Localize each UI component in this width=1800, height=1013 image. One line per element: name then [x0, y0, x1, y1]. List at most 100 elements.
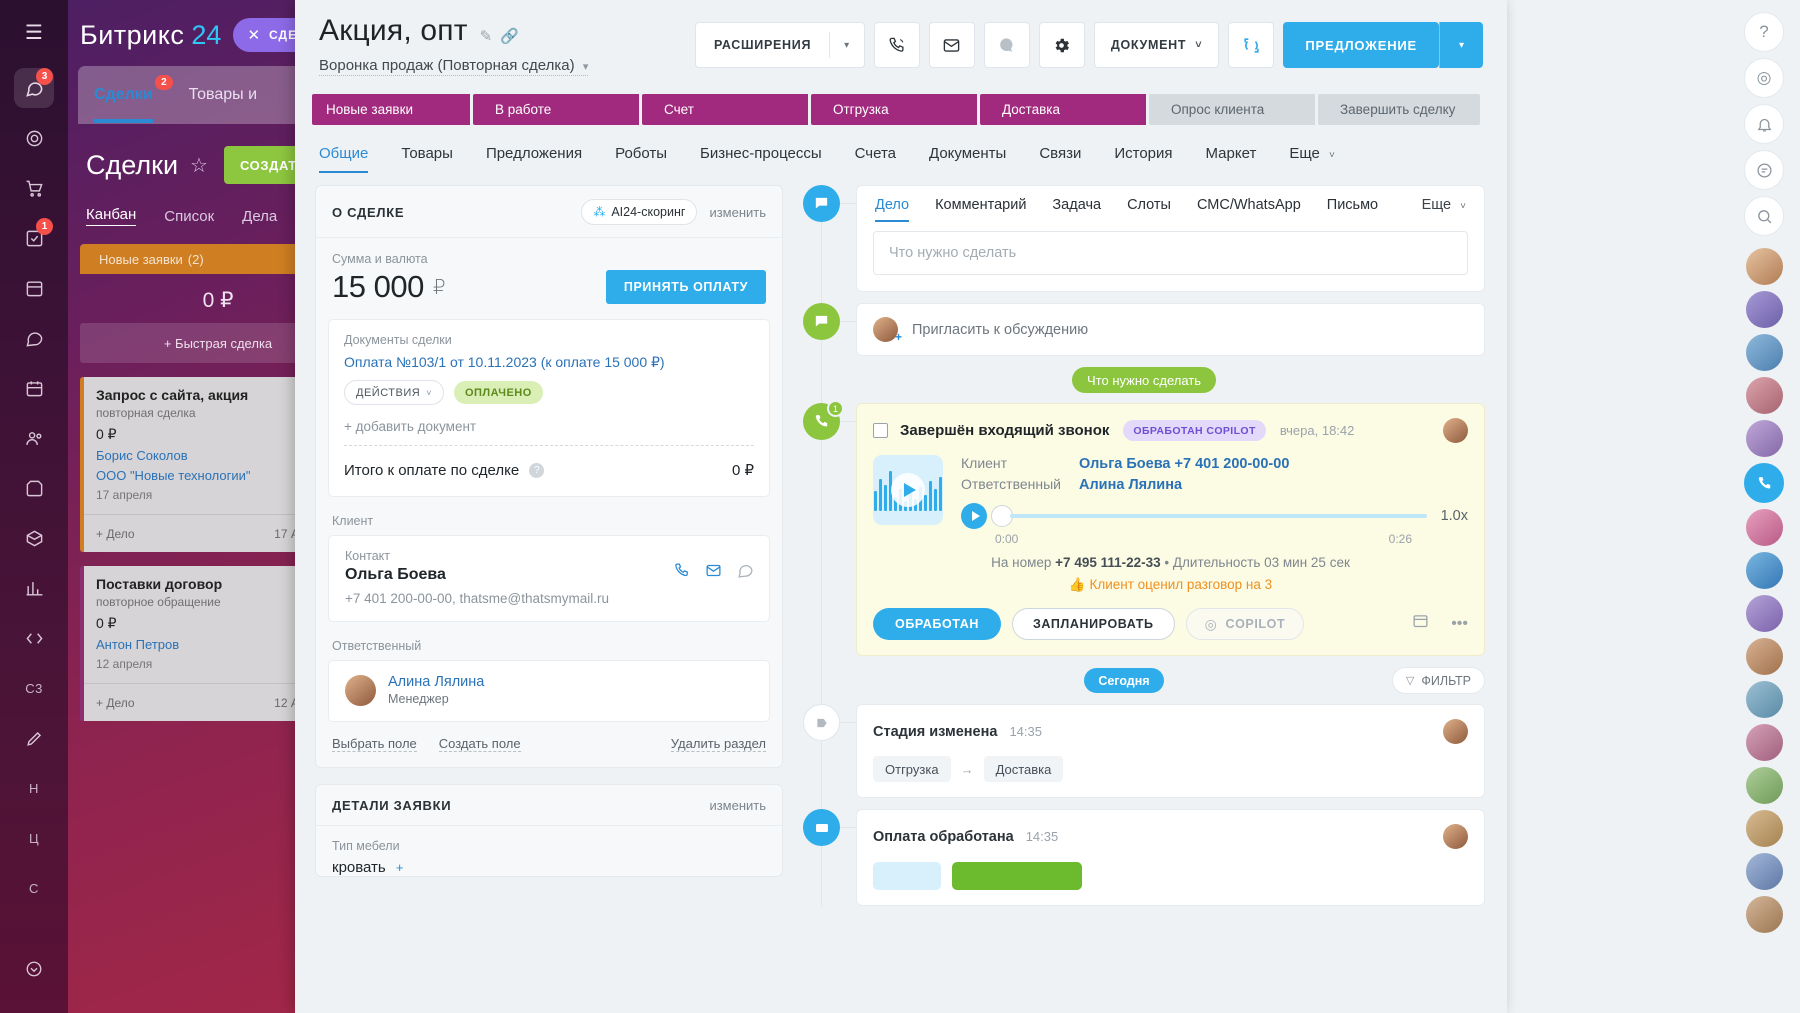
- delete-section-link[interactable]: Удалить раздел: [671, 736, 766, 752]
- timeline-filter-button[interactable]: ▽ ФИЛЬТР: [1392, 667, 1485, 694]
- activity-tab-comment[interactable]: Комментарий: [935, 197, 1026, 222]
- play-icon[interactable]: [961, 503, 987, 529]
- tab-relations[interactable]: Связи: [1039, 145, 1081, 173]
- chat-disabled-icon[interactable]: [984, 22, 1030, 68]
- accept-payment-button[interactable]: ПРИНЯТЬ ОПЛАТУ: [606, 270, 766, 304]
- question-icon[interactable]: ?: [529, 463, 544, 478]
- envelope-icon[interactable]: [929, 22, 975, 68]
- edit-link[interactable]: изменить: [709, 205, 766, 220]
- rail-item-cart[interactable]: [14, 168, 54, 208]
- call-processed-button[interactable]: ОБРАБОТАН: [873, 608, 1001, 640]
- play-icon[interactable]: [891, 473, 925, 507]
- contact-card[interactable]: Контакт Ольга Боева +7 401 200-00-00, th…: [328, 535, 770, 622]
- rail-item-c3[interactable]: C3: [14, 668, 54, 708]
- avatar[interactable]: [1746, 552, 1783, 589]
- rail-item-chart[interactable]: [14, 568, 54, 608]
- player-speed[interactable]: 1.0x: [1441, 508, 1468, 524]
- close-icon[interactable]: ✕: [247, 26, 261, 44]
- gear-icon[interactable]: [1039, 22, 1085, 68]
- activity-tab-email[interactable]: Письмо: [1327, 197, 1378, 222]
- kanban-card-add-activity[interactable]: + Дело: [96, 527, 135, 541]
- responsible-name[interactable]: Алина Лялина: [388, 674, 484, 690]
- rail-item-calendar-grid[interactable]: [14, 268, 54, 308]
- pencil-icon[interactable]: ✎: [480, 27, 493, 45]
- kanban-card-add-activity[interactable]: + Дело: [96, 696, 135, 710]
- rail-item-drive[interactable]: [14, 468, 54, 508]
- chat-icon[interactable]: [737, 562, 754, 584]
- avatar[interactable]: [1746, 767, 1783, 804]
- tab-general[interactable]: Общие: [319, 145, 368, 173]
- document-button[interactable]: ДОКУМЕНТ ˅: [1094, 22, 1219, 68]
- call-client-value[interactable]: Ольга Боева +7 401 200-00-00: [1079, 456, 1289, 472]
- rail-item-target[interactable]: [14, 118, 54, 158]
- envelope-icon[interactable]: [705, 562, 722, 584]
- activity-tab-task[interactable]: Дело: [875, 197, 909, 222]
- menu-icon[interactable]: ☰: [14, 12, 54, 52]
- chevron-down-icon[interactable]: ▾: [1439, 22, 1483, 68]
- tab-robots[interactable]: Роботы: [615, 145, 667, 173]
- edit-link[interactable]: изменить: [709, 798, 766, 813]
- call-responsible-value[interactable]: Алина Лялина: [1079, 477, 1182, 493]
- avatar[interactable]: [1746, 595, 1783, 632]
- note-icon[interactable]: [1412, 613, 1429, 635]
- kanban-tab-products[interactable]: Товары и: [189, 86, 257, 104]
- rail-item-pen[interactable]: [14, 718, 54, 758]
- rail-item-people[interactable]: [14, 418, 54, 458]
- sync-icon[interactable]: [1228, 22, 1274, 68]
- tab-documents[interactable]: Документы: [929, 145, 1006, 173]
- activity-tab-slots[interactable]: Слоты: [1127, 197, 1171, 222]
- view-list[interactable]: Список: [164, 208, 214, 225]
- collapse-icon[interactable]: [14, 949, 54, 989]
- doc-icon[interactable]: [1744, 150, 1784, 190]
- stage-item[interactable]: Отгрузка: [811, 94, 977, 125]
- stage-item[interactable]: Счет: [642, 94, 808, 125]
- view-kanban[interactable]: Канбан: [86, 206, 136, 226]
- link-icon[interactable]: 🔗: [500, 27, 519, 45]
- copilot-ring-icon[interactable]: ◎: [1744, 58, 1784, 98]
- call-schedule-button[interactable]: ЗАПЛАНИРОВАТЬ: [1012, 608, 1175, 640]
- select-field-link[interactable]: Выбрать поле: [332, 736, 417, 752]
- avatar[interactable]: [1746, 334, 1783, 371]
- avatar[interactable]: [1746, 420, 1783, 457]
- rail-item-ts[interactable]: Ц: [14, 818, 54, 858]
- avatar[interactable]: [1746, 853, 1783, 890]
- avatar[interactable]: [1746, 896, 1783, 933]
- avatar[interactable]: [1746, 291, 1783, 328]
- rail-item-s[interactable]: С: [14, 868, 54, 908]
- rail-item-n[interactable]: Н: [14, 768, 54, 808]
- kanban-tab-deals[interactable]: Сделки 2: [94, 86, 153, 104]
- add-value-icon[interactable]: +: [396, 860, 404, 875]
- tab-products[interactable]: Товары: [401, 145, 453, 173]
- funnel-selector[interactable]: Воронка продаж (Повторная сделка) ▾: [319, 57, 588, 76]
- rail-item-bubble[interactable]: [14, 318, 54, 358]
- call-copilot-button[interactable]: ◎ COPILOT: [1186, 608, 1305, 640]
- avatar[interactable]: [1746, 638, 1783, 675]
- rail-item-code[interactable]: [14, 618, 54, 658]
- more-dots-icon[interactable]: •••: [1451, 615, 1468, 633]
- tab-business-processes[interactable]: Бизнес-процессы: [700, 145, 822, 173]
- avatar[interactable]: [1746, 377, 1783, 414]
- activity-tab-sms[interactable]: СМС/WhatsApp: [1197, 197, 1301, 222]
- rail-item-chat[interactable]: 3: [14, 68, 54, 108]
- view-activities[interactable]: Дела: [242, 208, 277, 225]
- avatar[interactable]: [1746, 248, 1783, 285]
- document-actions-button[interactable]: ДЕЙСТВИЯ ˅: [344, 380, 444, 405]
- tab-invoices[interactable]: Счета: [855, 145, 896, 173]
- phone-icon[interactable]: [673, 562, 690, 584]
- stage-item[interactable]: Опрос клиента: [1149, 94, 1315, 125]
- activity-tab-more[interactable]: Еще ˅: [1422, 197, 1466, 222]
- phone-circle-icon[interactable]: [1744, 463, 1784, 503]
- call-waveform-thumb[interactable]: [873, 455, 943, 525]
- extensions-button[interactable]: РАСШИРЕНИЯ ▾: [695, 22, 865, 68]
- rail-item-box[interactable]: [14, 518, 54, 558]
- avatar[interactable]: [1746, 509, 1783, 546]
- avatar[interactable]: [1746, 724, 1783, 761]
- activity-input[interactable]: Что нужно сделать: [873, 231, 1468, 275]
- tab-history[interactable]: История: [1114, 145, 1172, 173]
- avatar[interactable]: [1746, 681, 1783, 718]
- help-icon[interactable]: ?: [1744, 12, 1784, 52]
- stage-item[interactable]: Доставка: [980, 94, 1146, 125]
- ai-scoring-chip[interactable]: ⁂ AI24-скоринг: [581, 199, 697, 225]
- stage-item[interactable]: В работе: [473, 94, 639, 125]
- stage-item[interactable]: Новые заявки: [312, 94, 470, 125]
